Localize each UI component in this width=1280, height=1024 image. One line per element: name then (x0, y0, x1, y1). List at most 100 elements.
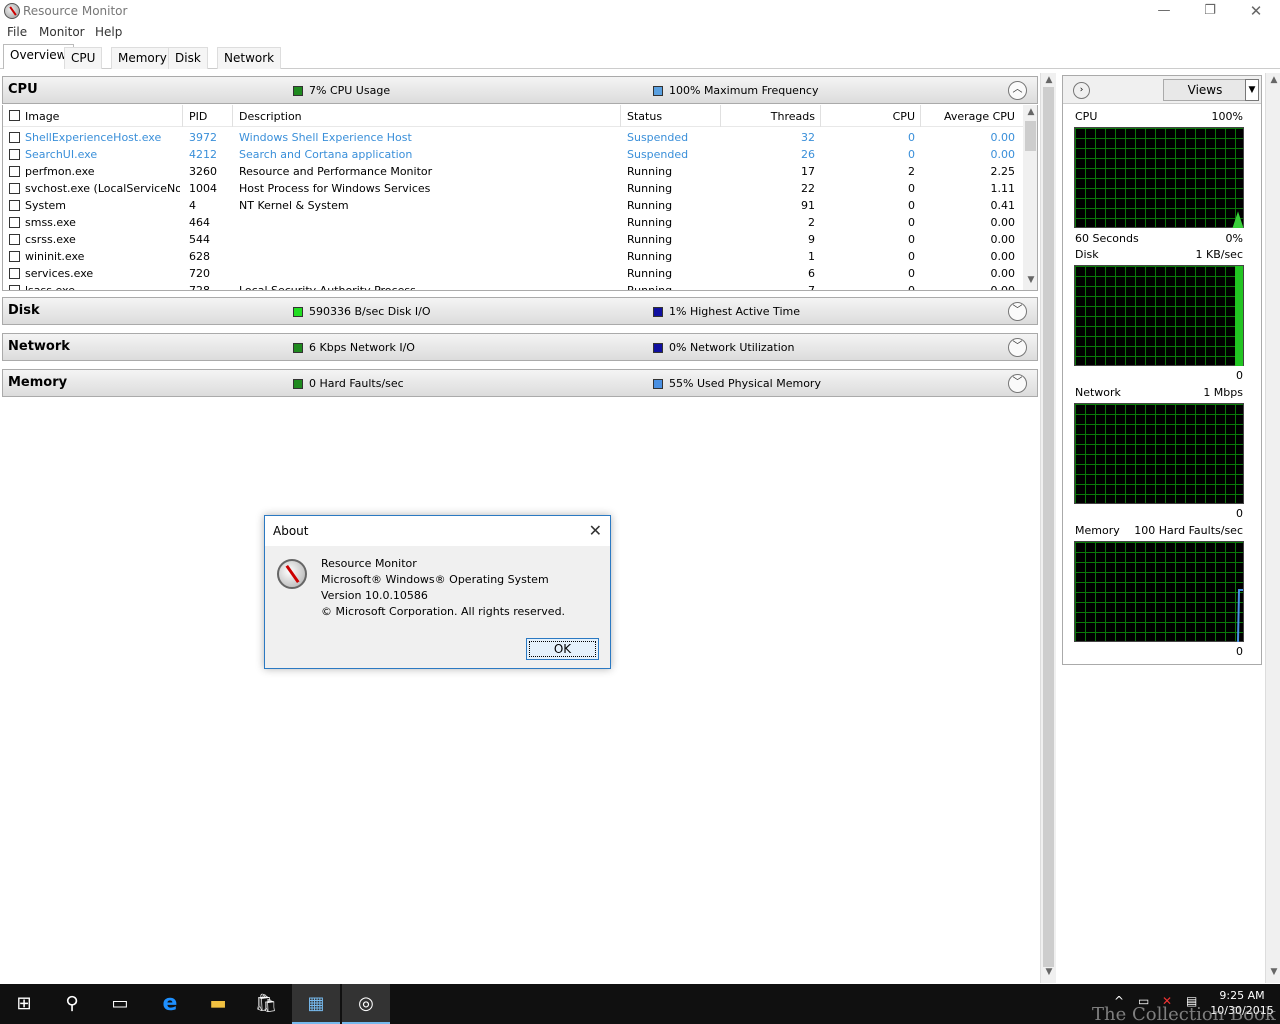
views-dropdown-icon[interactable]: ▼ (1245, 79, 1259, 101)
about-dialog-title: About (273, 524, 309, 538)
main-scrollbar[interactable]: ▲ ▼ (1040, 73, 1056, 983)
table-row[interactable]: SearchUI.exe 4212 Search and Cortana appli… (3, 146, 1023, 163)
cell-cpu: 0 (908, 250, 915, 263)
expand-panel-icon[interactable]: › (1073, 82, 1090, 99)
column-pid[interactable]: PID (189, 110, 207, 123)
row-checkbox[interactable] (9, 285, 20, 290)
tab-network[interactable]: Network (217, 47, 282, 69)
memory-section-title: Memory (8, 375, 68, 390)
cpu-section-header[interactable]: CPU 7% CPU Usage 100% Maximum Frequency … (2, 76, 1038, 104)
memory-section-header[interactable]: Memory 0 Hard Faults/sec 55% Used Physic… (2, 369, 1038, 397)
table-row[interactable]: wininit.exe 628 Running 1 0 0.00 (3, 248, 1023, 265)
window-title: Resource Monitor (23, 4, 128, 18)
column-status[interactable]: Status (627, 110, 662, 123)
menu-file[interactable]: File (7, 25, 27, 39)
disk-active-swatch (653, 306, 663, 317)
table-scrollbar[interactable]: ▲ ▼ (1023, 105, 1037, 290)
cpu-usage-swatch (293, 85, 303, 96)
views-button[interactable]: Views (1163, 79, 1247, 101)
store-icon[interactable]: 🛍 (242, 984, 290, 1024)
disk-graph-bar (1235, 266, 1243, 366)
row-checkbox[interactable] (9, 234, 20, 245)
table-row[interactable]: perfmon.exe 3260 Resource and Performance … (3, 163, 1023, 180)
maximize-button[interactable]: ❐ (1187, 0, 1233, 22)
column-image[interactable]: Image (25, 110, 59, 123)
about-close-icon[interactable]: ✕ (589, 521, 602, 540)
minimize-button[interactable]: — (1141, 0, 1187, 22)
cell-threads: 17 (801, 165, 815, 178)
row-checkbox[interactable] (9, 217, 20, 228)
column-threads[interactable]: Threads (723, 110, 815, 123)
task-view-icon[interactable]: ▭ (96, 984, 144, 1024)
select-all-checkbox[interactable] (9, 110, 20, 121)
cell-cpu: 0 (908, 216, 915, 229)
cell-image: perfmon.exe (25, 165, 95, 178)
row-checkbox[interactable] (9, 251, 20, 262)
table-row[interactable]: System 4 NT Kernel & System Running 91 0 0.41 (3, 197, 1023, 214)
physical-memory-swatch (653, 378, 663, 389)
graph-memory-label: Memory (1075, 524, 1120, 537)
right-scroll-up-icon[interactable]: ▲ (1266, 75, 1280, 89)
cpu-usage-text: 7% CPU Usage (309, 84, 391, 97)
cell-image: lsass.exe (25, 284, 75, 291)
graph-cpu-max: 100% (1211, 110, 1243, 123)
row-checkbox[interactable] (9, 268, 20, 279)
control-panel-icon[interactable]: ▦ (292, 984, 340, 1024)
tab-overview[interactable]: Overview (3, 44, 74, 69)
disk-active-text: 1% Highest Active Time (669, 305, 800, 318)
collapse-cpu-icon[interactable]: ︿ (1008, 81, 1027, 100)
physical-memory-text: 55% Used Physical Memory (669, 377, 821, 390)
graph-network-min: 0 (1236, 507, 1243, 520)
disk-section-header[interactable]: Disk 590336 B/sec Disk I/O 1% Highest Ac… (2, 297, 1038, 325)
tab-memory[interactable]: Memory (111, 47, 174, 69)
cell-cpu: 2 (908, 165, 915, 178)
cell-cpu: 0 (908, 148, 915, 161)
edge-browser-icon[interactable]: e (146, 984, 194, 1024)
column-description[interactable]: Description (239, 110, 302, 123)
cpu-frequency-text: 100% Maximum Frequency (669, 84, 819, 97)
menu-help[interactable]: Help (95, 25, 122, 39)
expand-memory-icon[interactable]: ﹀ (1008, 374, 1027, 393)
row-checkbox[interactable] (9, 132, 20, 143)
start-button[interactable]: ⊞ (0, 984, 48, 1024)
menu-monitor[interactable]: Monitor (39, 25, 85, 39)
right-scrollbar[interactable]: ▲ ▼ (1265, 73, 1280, 983)
main-scroll-thumb[interactable] (1043, 87, 1054, 967)
cell-status: Running (627, 182, 673, 195)
cell-cpu: 0 (908, 199, 915, 212)
cell-image: csrss.exe (25, 233, 76, 246)
column-cpu[interactable]: CPU (823, 110, 915, 123)
file-explorer-icon[interactable]: ▬ (194, 984, 242, 1024)
row-checkbox[interactable] (9, 149, 20, 160)
tab-cpu[interactable]: CPU (64, 47, 103, 69)
table-row[interactable]: lsass.exe 728 Local Security Authority Pro… (3, 282, 1023, 291)
cell-pid: 4 (189, 199, 196, 212)
expand-network-icon[interactable]: ﹀ (1008, 338, 1027, 357)
network-section-header[interactable]: Network 6 Kbps Network I/O 0% Network Ut… (2, 333, 1038, 361)
close-button[interactable]: ✕ (1233, 0, 1279, 22)
expand-disk-icon[interactable]: ﹀ (1008, 302, 1027, 321)
scroll-down-icon[interactable]: ▼ (1023, 275, 1037, 289)
row-checkbox[interactable] (9, 200, 20, 211)
column-average-cpu[interactable]: Average CPU (923, 110, 1015, 123)
tab-disk[interactable]: Disk (168, 47, 208, 69)
table-row[interactable]: ShellExperienceHost.exe 3972 Windows Shell… (3, 129, 1023, 146)
hard-faults-swatch (293, 378, 303, 389)
scroll-up-icon[interactable]: ▲ (1023, 107, 1037, 121)
main-scroll-down-icon[interactable]: ▼ (1041, 967, 1057, 981)
row-checkbox[interactable] (9, 166, 20, 177)
disk-io-text: 590336 B/sec Disk I/O (309, 305, 431, 318)
table-row[interactable]: services.exe 720 Running 6 0 0.00 (3, 265, 1023, 282)
ok-button[interactable]: OK (526, 638, 599, 660)
cell-status: Running (627, 165, 673, 178)
row-checkbox[interactable] (9, 183, 20, 194)
about-os: Microsoft® Windows® Operating System (321, 573, 549, 586)
table-row[interactable]: svchost.exe (LocalServiceNo... 1004 Host P… (3, 180, 1023, 197)
search-icon[interactable]: ⚲ (48, 984, 96, 1024)
right-scroll-down-icon[interactable]: ▼ (1266, 967, 1280, 981)
table-scroll-thumb[interactable] (1025, 121, 1036, 151)
table-row[interactable]: csrss.exe 544 Running 9 0 0.00 (3, 231, 1023, 248)
graph-memory-max: 100 Hard Faults/sec (1134, 524, 1243, 537)
resource-monitor-taskbar-icon[interactable]: ◎ (342, 984, 390, 1024)
table-row[interactable]: smss.exe 464 Running 2 0 0.00 (3, 214, 1023, 231)
